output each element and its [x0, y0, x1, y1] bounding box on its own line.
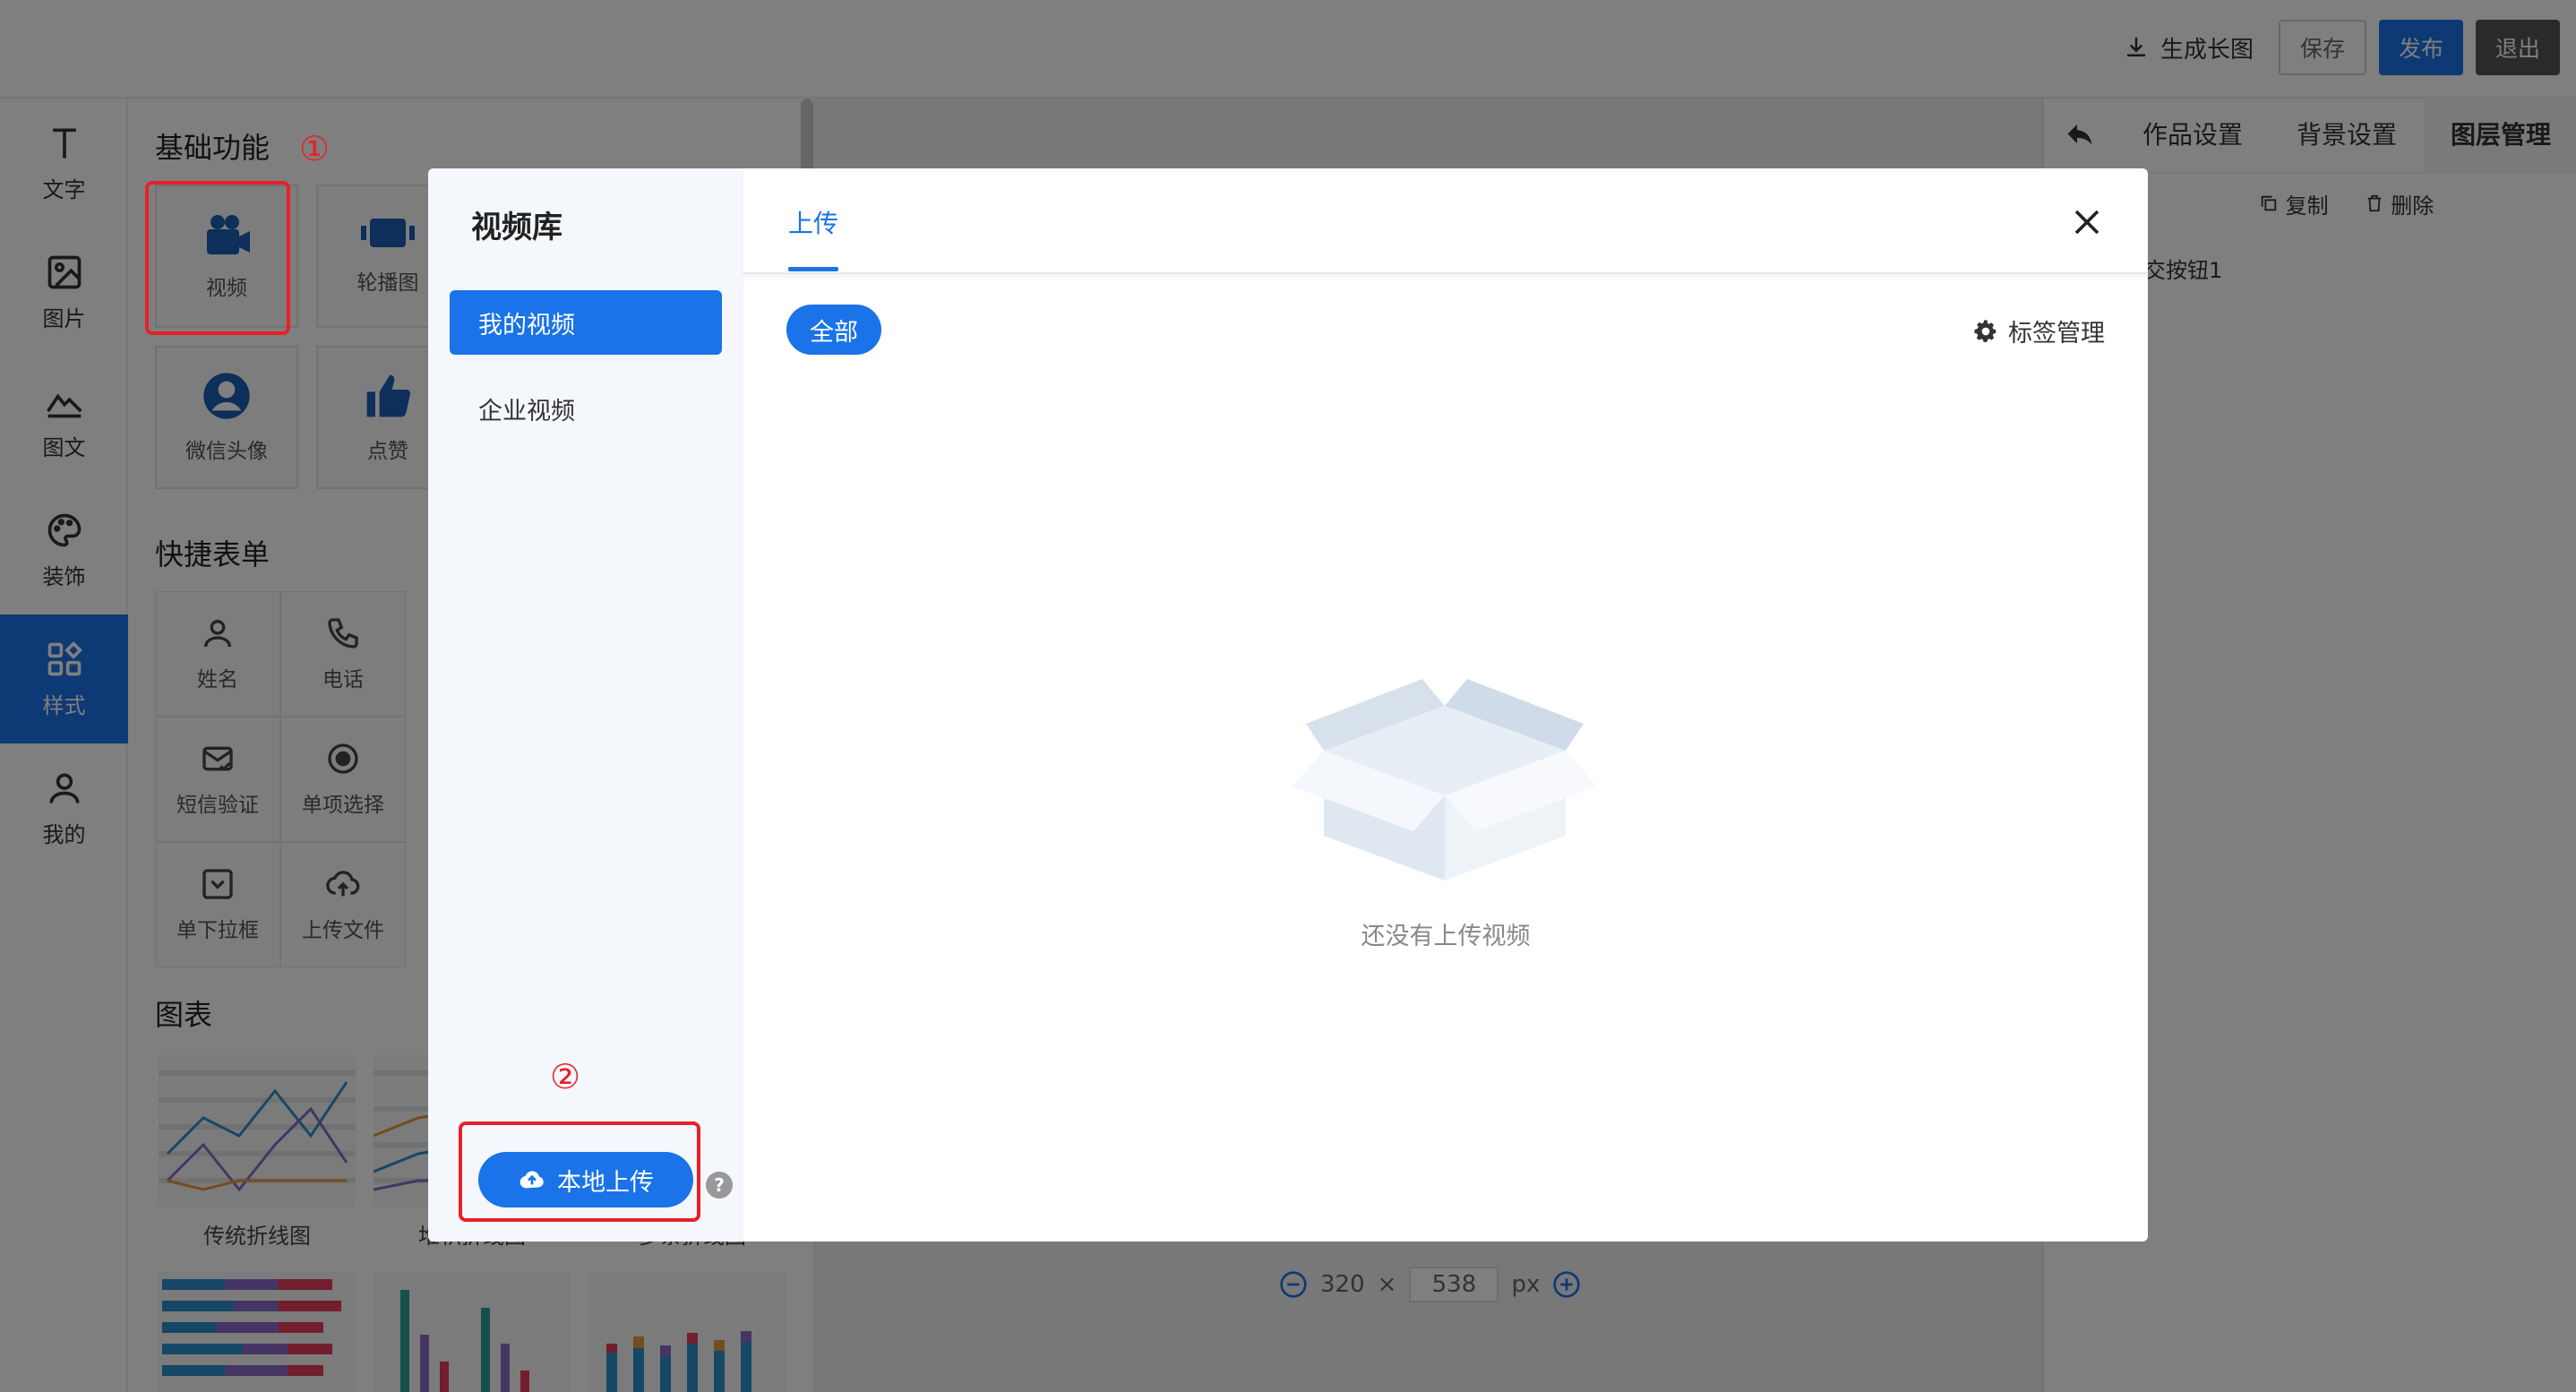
- annotation-number-2: ②: [550, 1057, 581, 1096]
- annotation-number-1: ①: [299, 129, 331, 168]
- tab-upload[interactable]: 上传: [788, 204, 838, 240]
- filter-all-tag[interactable]: 全部: [786, 305, 881, 355]
- nav-enterprise-videos[interactable]: 企业视频: [450, 376, 722, 441]
- tag-management-label: 标签管理: [2008, 320, 2105, 348]
- help-icon[interactable]: ?: [706, 1172, 733, 1199]
- annotation-box-1: [145, 181, 290, 335]
- close-icon[interactable]: [2071, 206, 2103, 238]
- tab-active-indicator: [788, 267, 838, 271]
- annotation-box-2: [459, 1121, 700, 1222]
- tag-management-button[interactable]: 标签管理: [1972, 314, 2105, 348]
- video-library-modal: 视频库 我的视频 企业视频 本地上传 ? 上传 全部 标签管理 还没有上传视频: [428, 168, 2148, 1242]
- modal-sidebar: 视频库 我的视频 企业视频 本地上传 ?: [428, 168, 743, 1242]
- modal-header: 上传: [743, 168, 2148, 274]
- modal-content: 上传 全部 标签管理 还没有上传视频: [743, 168, 2148, 1242]
- empty-state-text: 还没有上传视频: [1361, 923, 1531, 950]
- gear-icon: [1974, 320, 1996, 342]
- nav-my-videos[interactable]: 我的视频: [450, 290, 722, 355]
- empty-box-icon: [1292, 679, 1597, 881]
- modal-title: 视频库: [471, 210, 562, 245]
